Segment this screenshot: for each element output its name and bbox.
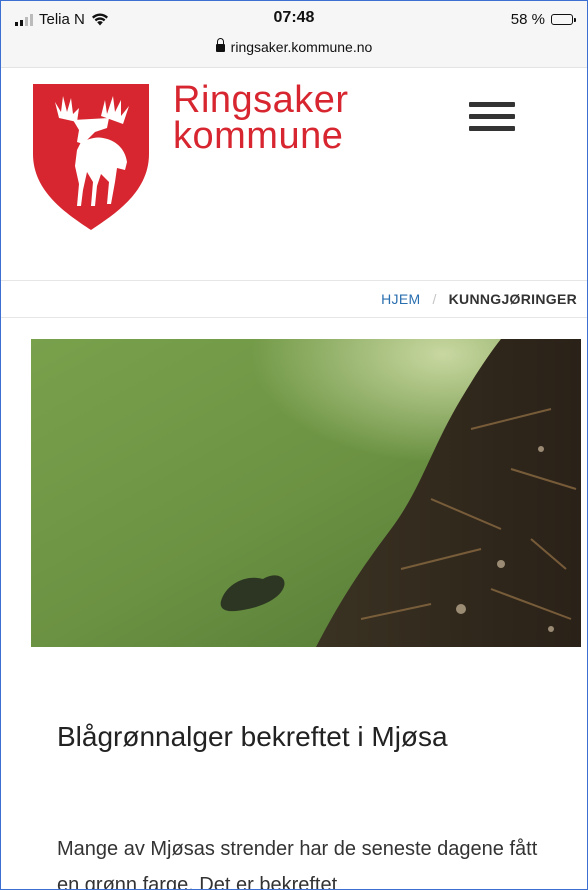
lock-icon xyxy=(215,38,225,52)
phone-screen: Telia N 07:48 ringsaker.kommune.no 58 % xyxy=(0,0,588,890)
breadcrumb-home-link[interactable]: HJEM xyxy=(381,291,420,307)
url-text: ringsaker.kommune.no xyxy=(230,39,373,55)
clock: 07:48 xyxy=(273,9,315,26)
article-title[interactable]: Blågrønnalger bekreftet i Mjøsa xyxy=(57,705,557,769)
hamburger-menu-icon[interactable] xyxy=(469,102,515,142)
article-lead: Mange av Mjøsas strender har de seneste … xyxy=(57,838,538,890)
article-hero-image xyxy=(31,339,581,647)
breadcrumb-separator: / xyxy=(432,291,437,307)
brand-line-2: kommune xyxy=(173,115,344,157)
battery-indicator: 58 % xyxy=(510,11,576,28)
site-header: Ringsaker kommune xyxy=(1,68,587,280)
breadcrumb-current: KUNNGJØRINGER xyxy=(448,291,577,307)
battery-icon xyxy=(551,14,576,25)
moose-shield-icon[interactable] xyxy=(31,82,151,232)
address-bar[interactable]: ringsaker.kommune.no xyxy=(1,38,587,55)
status-bar: Telia N 07:48 ringsaker.kommune.no 58 % xyxy=(1,1,587,68)
brand-line-1: Ringsaker xyxy=(173,79,349,121)
breadcrumb: HJEM / KUNNGJØRINGER xyxy=(1,280,587,318)
battery-percent: 58 % xyxy=(510,11,545,28)
site-logo-text[interactable]: Ringsaker kommune xyxy=(173,79,349,157)
